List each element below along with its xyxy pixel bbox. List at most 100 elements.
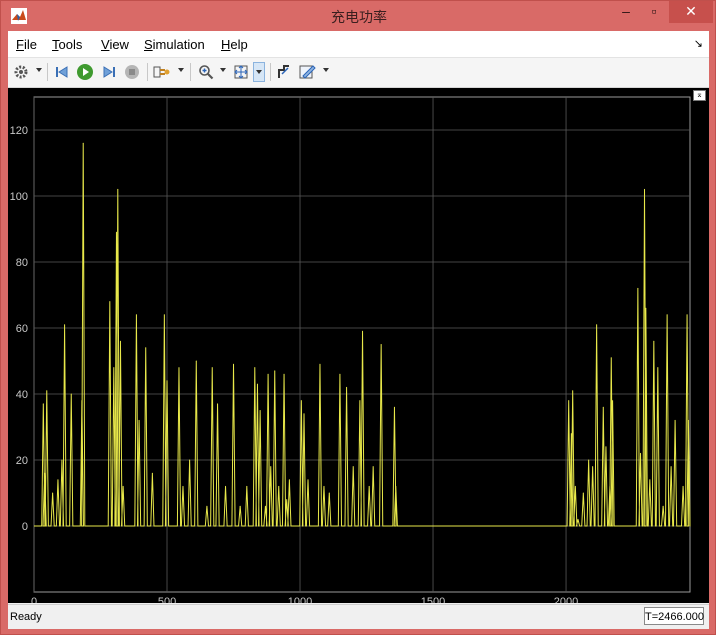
style-dropdown-icon[interactable] xyxy=(323,68,329,72)
data-point xyxy=(352,466,354,468)
run-icon[interactable] xyxy=(75,62,95,82)
data-point xyxy=(602,406,604,408)
data-point xyxy=(666,314,668,316)
data-point xyxy=(328,492,330,494)
fit-dropdown-button[interactable] xyxy=(253,62,265,82)
cursor-measure-icon[interactable] xyxy=(274,62,294,82)
signal-select-icon[interactable] xyxy=(152,62,172,82)
data-point xyxy=(393,406,395,408)
maximize-button[interactable]: ▫ xyxy=(639,1,669,23)
x-tick-label: 2000 xyxy=(554,596,578,603)
data-point xyxy=(644,188,646,190)
menu-dock-icon[interactable]: ↘ xyxy=(694,37,703,50)
data-point xyxy=(609,485,611,487)
data-point xyxy=(70,393,72,395)
x-tick-label: 0 xyxy=(31,596,37,603)
data-point xyxy=(57,479,59,481)
stop-icon[interactable] xyxy=(122,62,142,82)
step-back-icon[interactable] xyxy=(52,62,72,82)
y-tick-label: 0 xyxy=(22,521,28,533)
data-point xyxy=(670,466,672,468)
data-point xyxy=(649,479,651,481)
data-point xyxy=(225,485,227,487)
data-point xyxy=(217,403,219,405)
y-tick-label: 100 xyxy=(10,191,28,203)
data-point xyxy=(163,314,165,316)
close-button[interactable]: ✕ xyxy=(669,1,713,23)
data-point xyxy=(195,360,197,362)
data-point xyxy=(264,505,266,507)
data-point xyxy=(596,324,598,326)
menu-tools[interactable]: Tools xyxy=(52,37,82,52)
data-point xyxy=(612,400,614,402)
data-point xyxy=(166,380,168,382)
data-point xyxy=(588,459,590,461)
data-point xyxy=(637,287,639,289)
menu-view[interactable]: View xyxy=(101,37,129,52)
data-point xyxy=(178,367,180,369)
title-bar[interactable]: 充电功率 – ▫ ✕ xyxy=(1,1,716,31)
data-point xyxy=(145,347,147,349)
data-point xyxy=(339,373,341,375)
data-point xyxy=(206,505,208,507)
y-tick-label: 120 xyxy=(10,125,28,137)
toolbar xyxy=(8,58,709,88)
data-point xyxy=(115,231,117,233)
zoom-icon[interactable] xyxy=(196,62,216,82)
data-point xyxy=(570,433,572,435)
data-point xyxy=(256,383,258,385)
menu-simulation[interactable]: Simulation xyxy=(144,37,205,52)
data-point xyxy=(323,485,325,487)
data-point xyxy=(610,357,612,359)
gear-icon[interactable] xyxy=(11,62,31,82)
data-point xyxy=(286,499,288,501)
data-point xyxy=(592,466,594,468)
menu-bar: File Tools View Simulation Help ↘ xyxy=(8,31,709,58)
gear-dropdown-icon[interactable] xyxy=(36,68,42,72)
menu-help[interactable]: Help xyxy=(221,37,248,52)
status-bar: Ready T=2466.000 xyxy=(8,604,709,629)
data-point xyxy=(657,367,659,369)
data-point xyxy=(346,386,348,388)
step-forward-icon[interactable] xyxy=(99,62,119,82)
data-point xyxy=(653,340,655,342)
data-point xyxy=(372,466,374,468)
data-point xyxy=(52,492,54,494)
x-tick-label: 1500 xyxy=(421,596,445,603)
data-point xyxy=(122,485,124,487)
y-tick-label: 80 xyxy=(16,257,28,269)
data-point xyxy=(189,459,191,461)
data-point xyxy=(283,373,285,375)
data-point xyxy=(395,485,397,487)
data-point xyxy=(605,446,607,448)
fit-to-view-icon[interactable] xyxy=(231,62,251,82)
y-tick-label: 60 xyxy=(16,323,28,335)
data-point xyxy=(682,485,684,487)
data-point xyxy=(380,344,382,345)
data-point xyxy=(582,492,584,494)
zoom-dropdown-icon[interactable] xyxy=(220,68,226,72)
data-point xyxy=(117,188,119,190)
data-point xyxy=(138,419,140,421)
style-icon[interactable] xyxy=(298,62,318,82)
data-point xyxy=(270,466,272,468)
data-point xyxy=(303,413,305,415)
data-point xyxy=(246,485,248,487)
x-tick-label: 500 xyxy=(158,596,176,603)
data-point xyxy=(574,485,576,487)
data-point xyxy=(182,485,184,487)
data-point xyxy=(687,419,689,421)
scope-plot[interactable]: 0 500 1000 1500 2000 0 20 40 60 80 100 120 xyxy=(8,88,709,603)
data-point xyxy=(640,452,642,454)
data-point xyxy=(259,410,261,411)
minimize-button[interactable]: – xyxy=(611,1,641,23)
menu-file[interactable]: File xyxy=(16,37,37,52)
data-point xyxy=(568,400,570,402)
data-point xyxy=(113,367,115,369)
y-tick-label: 40 xyxy=(16,389,28,401)
simulation-time: T=2466.000 xyxy=(644,607,704,625)
data-point xyxy=(109,301,111,303)
signal-dropdown-icon[interactable] xyxy=(178,68,184,72)
data-point xyxy=(674,419,676,421)
data-point xyxy=(151,472,153,474)
